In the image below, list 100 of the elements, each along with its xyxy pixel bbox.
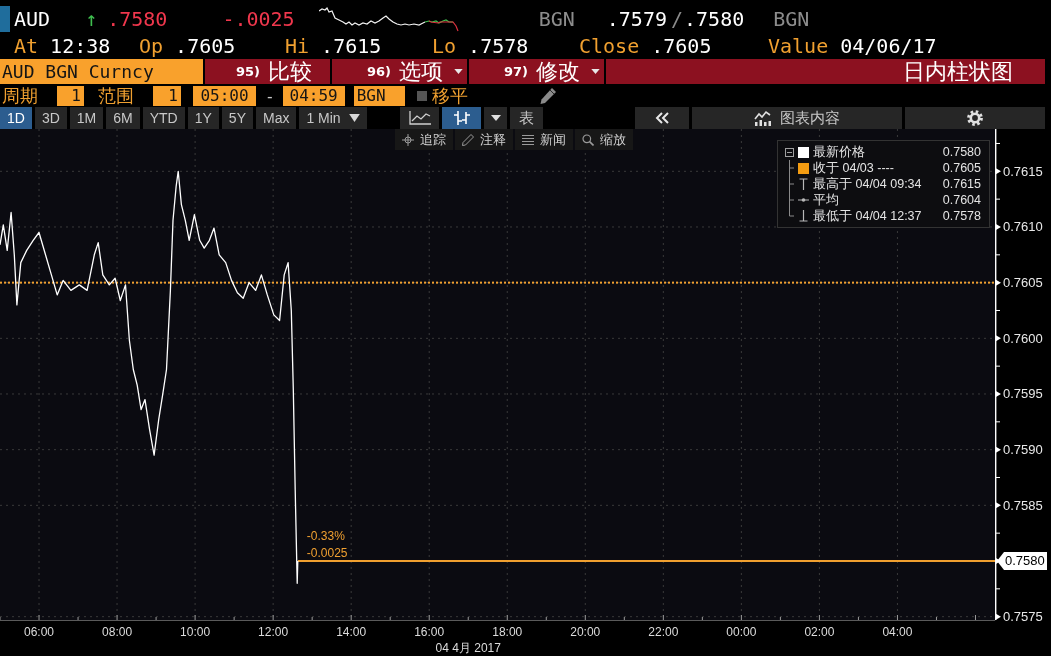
menu-button[interactable]: 97) 修改 bbox=[469, 59, 604, 84]
stat-label: At bbox=[14, 33, 39, 58]
last-price: .7580 bbox=[107, 6, 168, 31]
x-axis-label: 14:00 bbox=[336, 625, 367, 639]
price-change: -.0025 bbox=[222, 6, 295, 31]
y-axis-label: 0.7615 bbox=[1003, 163, 1043, 179]
last-price-tag: 0.7580 bbox=[997, 552, 1047, 570]
collapse-button[interactable] bbox=[635, 107, 689, 129]
chart-type-dropdown[interactable] bbox=[484, 107, 507, 129]
security-field[interactable]: AUD BGN Curncy bbox=[0, 59, 203, 84]
line-chart-icon bbox=[408, 111, 431, 125]
y-axis-label: 0.7575 bbox=[1003, 609, 1043, 625]
chart-type-button[interactable] bbox=[400, 107, 439, 129]
stat-label: Op bbox=[139, 33, 164, 58]
range-tab[interactable]: 3D bbox=[34, 107, 67, 129]
start-time-field[interactable]: 05:00 bbox=[193, 86, 256, 106]
ask-source: BGN bbox=[773, 6, 810, 31]
list-icon bbox=[522, 133, 534, 146]
title-bar: 日内柱状图 bbox=[606, 59, 1045, 84]
y-axis-label: 0.7590 bbox=[1003, 442, 1043, 458]
stat-value: .7605 bbox=[175, 33, 236, 58]
caret-icon bbox=[348, 114, 360, 122]
stat-label: Lo bbox=[432, 33, 457, 58]
stat-value: 04/06/17 bbox=[840, 33, 937, 58]
range-tab[interactable]: 1D bbox=[0, 107, 32, 129]
ask-price: .7580 bbox=[684, 6, 745, 31]
chart-type-button[interactable] bbox=[442, 107, 481, 129]
tool-button[interactable]: 新闻 bbox=[515, 129, 573, 150]
stat-label: Value bbox=[768, 33, 829, 58]
pencil-icon[interactable] bbox=[538, 87, 557, 105]
x-axis-label: 18:00 bbox=[492, 625, 523, 639]
tool-button[interactable]: 注释 bbox=[455, 129, 513, 150]
x-axis-label: 12:00 bbox=[258, 625, 289, 639]
range-tab[interactable]: 1Y bbox=[187, 107, 219, 129]
shift-checkbox[interactable] bbox=[416, 91, 427, 101]
legend-value: 0.7615 bbox=[941, 177, 981, 191]
legend-value: 0.7605 bbox=[941, 161, 981, 175]
search-icon bbox=[582, 133, 594, 146]
end-time-field[interactable]: 04:59 bbox=[282, 86, 345, 106]
change-label: -0.0025 bbox=[306, 546, 348, 561]
range-tab[interactable]: 6M bbox=[106, 107, 140, 129]
high-marker-icon bbox=[798, 178, 809, 190]
range-label: 范围 bbox=[98, 86, 134, 106]
range-tab[interactable]: 5Y bbox=[221, 107, 253, 129]
pencil-icon bbox=[462, 133, 474, 146]
tool-button[interactable]: 追踪 bbox=[395, 129, 453, 150]
stat-value: .7578 bbox=[468, 33, 529, 58]
x-axis-label: 04:00 bbox=[882, 625, 913, 639]
legend-label: 平均 bbox=[813, 191, 839, 209]
x-axis-label: 06:00 bbox=[24, 625, 55, 639]
y-axis-label: 0.7605 bbox=[1003, 275, 1043, 291]
stat-label: Close bbox=[579, 33, 640, 58]
menu-button[interactable]: 96) 选项 bbox=[332, 59, 467, 84]
time-separator: - bbox=[265, 86, 275, 106]
settings-button[interactable] bbox=[905, 107, 1045, 129]
x-axis-label: 08:00 bbox=[102, 625, 133, 639]
chart-icon bbox=[754, 110, 772, 126]
stat-label: Hi bbox=[285, 33, 310, 58]
stat-value: .7605 bbox=[651, 33, 712, 58]
trend-arrow: ↑ bbox=[85, 6, 98, 31]
table-button[interactable]: 表 bbox=[510, 107, 543, 129]
range-tab[interactable]: YTD bbox=[142, 107, 185, 129]
y-axis-label: 0.7585 bbox=[1003, 497, 1043, 513]
stat-value: 12:38 bbox=[50, 33, 111, 58]
range-tab[interactable]: 1M bbox=[69, 107, 104, 129]
tool-button[interactable]: 缩放 bbox=[575, 129, 633, 150]
low-marker-icon bbox=[798, 210, 809, 222]
period-field[interactable]: 1 bbox=[57, 86, 84, 106]
y-axis-label: 0.7595 bbox=[1003, 386, 1043, 402]
range-tab[interactable]: Max bbox=[255, 107, 297, 129]
x-axis-label: 16:00 bbox=[414, 625, 445, 639]
interval-dropdown[interactable]: 1 Min bbox=[299, 107, 367, 129]
x-axis-label: 22:00 bbox=[648, 625, 679, 639]
ticker-symbol: AUD bbox=[14, 6, 51, 31]
legend-label: 最新价格 bbox=[813, 143, 865, 161]
bid-price: .7579 bbox=[606, 6, 667, 31]
legend-label: 最低于 04/04 12:37 bbox=[813, 207, 922, 225]
y-axis-label: 0.7600 bbox=[1003, 330, 1043, 346]
chart-content-button[interactable]: 图表内容 bbox=[692, 107, 902, 129]
settings-icon bbox=[967, 110, 983, 126]
x-axis-label: 20:00 bbox=[570, 625, 601, 639]
collapse-toggle-icon[interactable] bbox=[785, 147, 794, 157]
caret-icon bbox=[490, 115, 501, 121]
legend-value: 0.7580 bbox=[941, 145, 981, 159]
source-field[interactable]: BGN bbox=[353, 86, 405, 106]
change-label: -0.33% bbox=[306, 529, 345, 544]
bar-marker-icon bbox=[0, 5, 10, 32]
x-axis-label: 10:00 bbox=[180, 625, 211, 639]
crosshair-icon bbox=[402, 133, 414, 146]
period-label: 周期 bbox=[2, 86, 38, 106]
range-field[interactable]: 1 bbox=[153, 86, 181, 106]
double-chevron-icon bbox=[655, 112, 669, 124]
stat-value: .7615 bbox=[321, 33, 382, 58]
menu-button[interactable]: 95) 比较 bbox=[205, 59, 330, 84]
x-axis-title: 04 4月 2017 bbox=[435, 641, 501, 655]
price-separator: / bbox=[671, 6, 684, 31]
legend-value: 0.7604 bbox=[941, 193, 981, 207]
y-axis-label: 0.7610 bbox=[1003, 219, 1043, 235]
x-axis-label: 02:00 bbox=[804, 625, 835, 639]
x-axis-label: 00:00 bbox=[726, 625, 757, 639]
